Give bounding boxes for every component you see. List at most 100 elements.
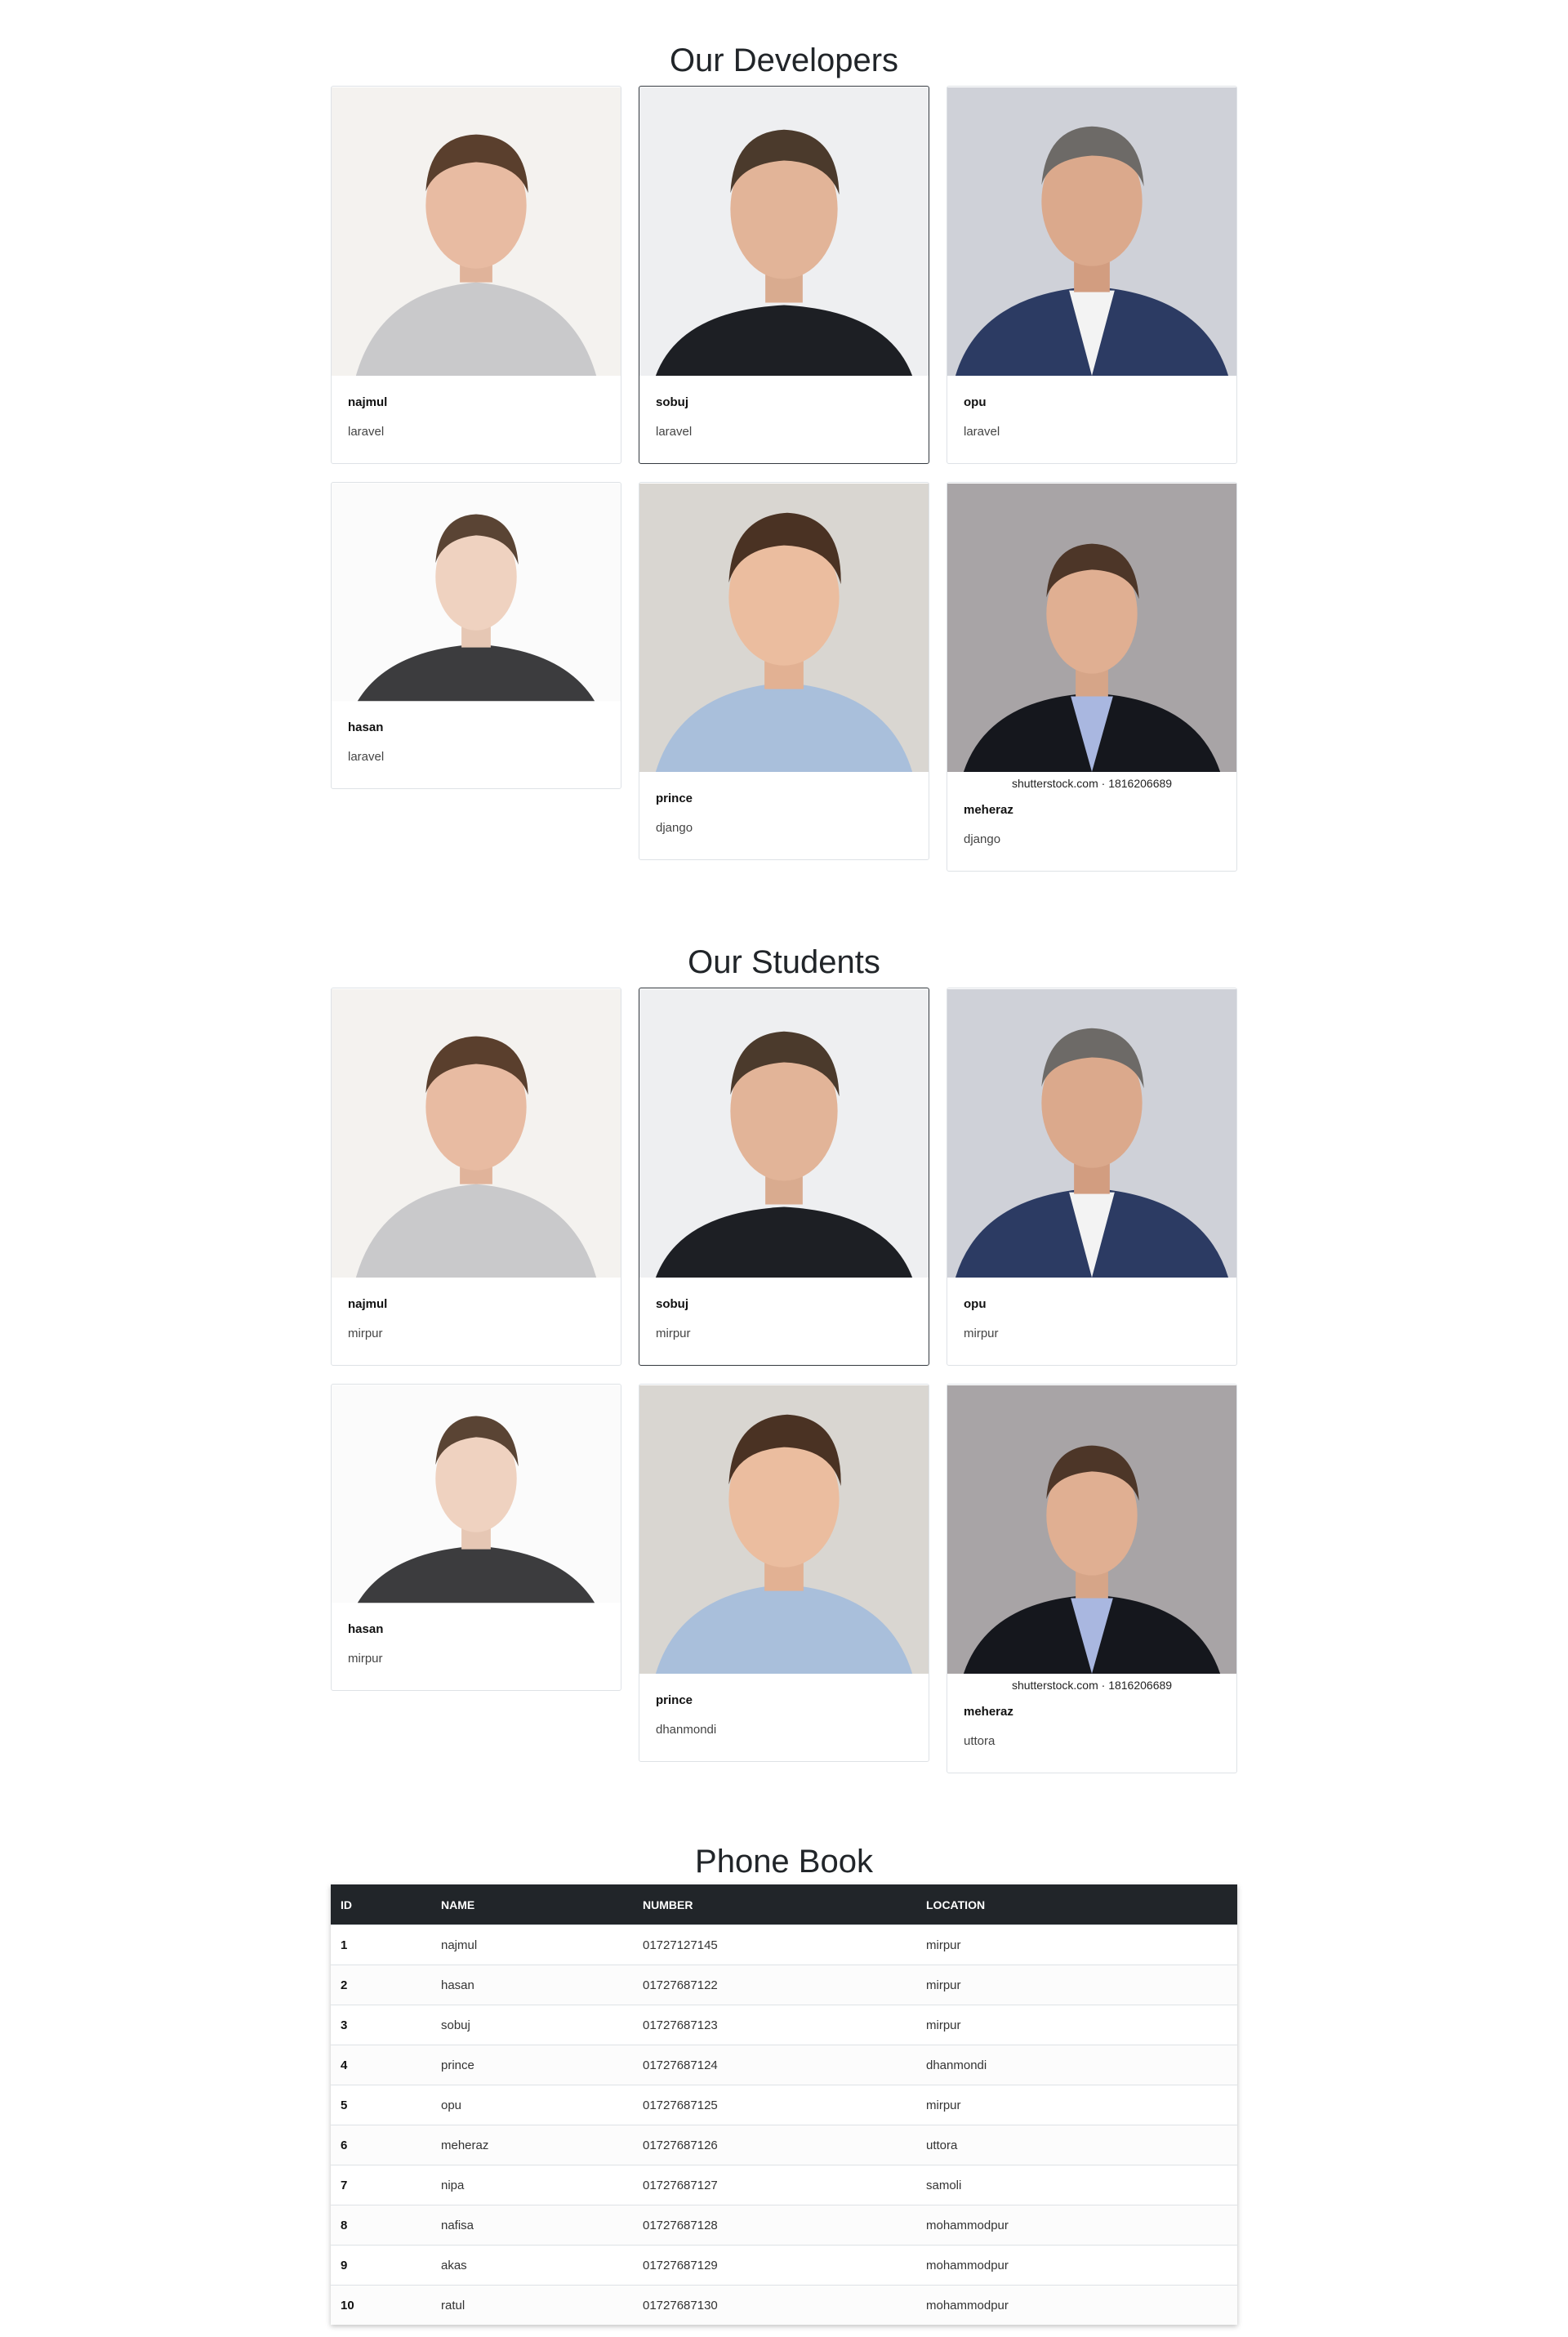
table-row: 6 meheraz 01727687126 uttora	[331, 2125, 1237, 2165]
student-card-hasan: hasan mirpur	[331, 1384, 621, 1691]
cell-location: dhanmondi	[916, 2045, 1237, 2085]
table-row: 8 nafisa 01727687128 mohammodpur	[331, 2205, 1237, 2246]
cell-id: 7	[331, 2165, 431, 2205]
cell-name: najmul	[431, 1924, 633, 1965]
developer-skill: laravel	[964, 425, 1000, 439]
cell-number: 01727687128	[633, 2205, 916, 2246]
cell-name: hasan	[431, 1965, 633, 2005]
cell-name: prince	[431, 2045, 633, 2085]
cell-number: 01727127145	[633, 1924, 916, 1965]
developer-name: meheraz	[964, 803, 1013, 817]
photo-credit: shutterstock.com · 1816206689	[1011, 777, 1173, 790]
photo-opu	[947, 87, 1236, 377]
cell-name: nipa	[431, 2165, 633, 2205]
photo-opu	[947, 988, 1236, 1278]
cell-location: mohammodpur	[916, 2205, 1237, 2246]
cell-name: meheraz	[431, 2125, 633, 2165]
developer-skill: django	[964, 832, 1001, 846]
cell-location: uttora	[916, 2125, 1237, 2165]
developer-skill: laravel	[656, 425, 693, 439]
cell-name: opu	[431, 2085, 633, 2125]
developer-card-hasan: hasan laravel	[331, 482, 621, 789]
cell-id: 8	[331, 2205, 431, 2246]
student-name: opu	[964, 1297, 987, 1311]
developer-skill: laravel	[348, 425, 385, 439]
developer-name: sobuj	[656, 395, 688, 409]
photo-sobuj	[639, 87, 929, 377]
cell-number: 01727687129	[633, 2245, 916, 2286]
cell-location: mirpur	[916, 2085, 1237, 2125]
table-row: 2 hasan 01727687122 mirpur	[331, 1965, 1237, 2005]
cell-number: 01727687124	[633, 2045, 916, 2085]
photo-hasan	[332, 483, 621, 702]
cell-location: samoli	[916, 2165, 1237, 2205]
photo-meheraz	[947, 483, 1236, 773]
column-header-name: NAME	[441, 1898, 475, 1911]
cell-location: mohammodpur	[916, 2245, 1237, 2286]
student-location: mirpur	[348, 1652, 383, 1666]
developer-skill: laravel	[348, 750, 385, 764]
student-location: dhanmondi	[656, 1723, 717, 1737]
student-card-sobuj: sobuj mirpur	[639, 988, 929, 1366]
cell-id: 5	[331, 2085, 431, 2125]
photo-hasan	[332, 1385, 621, 1603]
student-name: meheraz	[964, 1705, 1013, 1719]
table-row: 1 najmul 01727127145 mirpur	[331, 1924, 1237, 1965]
students-title: Our Students	[688, 944, 880, 980]
student-card-najmul: najmul mirpur	[331, 988, 621, 1366]
cell-location: mirpur	[916, 1965, 1237, 2005]
developer-card-prince: prince django	[639, 482, 929, 860]
developer-name: prince	[656, 792, 693, 805]
student-location: uttora	[964, 1734, 996, 1748]
photo-prince	[639, 483, 929, 773]
table-row: 5 opu 01727687125 mirpur	[331, 2085, 1237, 2125]
photo-prince	[639, 1385, 929, 1675]
student-card-meheraz: shutterstock.com · 1816206689 meheraz ut…	[947, 1384, 1237, 1773]
column-header-location: LOCATION	[926, 1898, 986, 1911]
developer-card-opu: opu laravel	[947, 86, 1237, 464]
developer-card-meheraz: shutterstock.com · 1816206689 meheraz dj…	[947, 482, 1237, 872]
cell-location: mirpur	[916, 2005, 1237, 2045]
cell-number: 01727687130	[633, 2285, 916, 2325]
cell-location: mirpur	[916, 1924, 1237, 1965]
cell-name: sobuj	[431, 2005, 633, 2045]
developer-card-najmul: najmul laravel	[331, 86, 621, 464]
phonebook-title: Phone Book	[695, 1844, 873, 1880]
student-location: mirpur	[656, 1327, 691, 1340]
table-row: 10 ratul 01727687130 mohammodpur	[331, 2285, 1237, 2325]
photo-najmul	[332, 988, 621, 1278]
column-header-id: ID	[341, 1898, 352, 1911]
student-name: najmul	[348, 1297, 388, 1311]
photo-sobuj	[639, 988, 929, 1278]
developer-skill: django	[656, 821, 693, 835]
student-name: prince	[656, 1693, 693, 1707]
developers-title: Our Developers	[669, 42, 899, 78]
student-card-opu: opu mirpur	[947, 988, 1237, 1366]
developer-name: najmul	[348, 395, 388, 409]
photo-najmul	[332, 87, 621, 377]
cell-name: nafisa	[431, 2205, 633, 2246]
cell-number: 01727687127	[633, 2165, 916, 2205]
student-location: mirpur	[348, 1327, 383, 1340]
photo-credit: shutterstock.com · 1816206689	[1011, 1679, 1173, 1692]
column-header-number: NUMBER	[643, 1898, 693, 1911]
cell-location: mohammodpur	[916, 2285, 1237, 2325]
cell-id: 1	[331, 1924, 431, 1965]
student-name: sobuj	[656, 1297, 688, 1311]
cell-id: 10	[331, 2285, 431, 2325]
table-row: 3 sobuj 01727687123 mirpur	[331, 2005, 1237, 2045]
student-card-prince: prince dhanmondi	[639, 1384, 929, 1762]
student-name: hasan	[348, 1622, 384, 1636]
cell-id: 6	[331, 2125, 431, 2165]
cell-id: 9	[331, 2245, 431, 2286]
cell-id: 2	[331, 1965, 431, 2005]
table-row: 9 akas 01727687129 mohammodpur	[331, 2245, 1237, 2286]
cell-id: 3	[331, 2005, 431, 2045]
cell-number: 01727687126	[633, 2125, 916, 2165]
cell-number: 01727687122	[633, 1965, 916, 2005]
table-row: 7 nipa 01727687127 samoli	[331, 2165, 1237, 2205]
cell-name: ratul	[431, 2285, 633, 2325]
phonebook-table: ID NAME NUMBER LOCATION 1 najmul 0172712…	[331, 1884, 1237, 2325]
developer-card-sobuj: sobuj laravel	[639, 86, 929, 464]
student-location: mirpur	[964, 1327, 999, 1340]
